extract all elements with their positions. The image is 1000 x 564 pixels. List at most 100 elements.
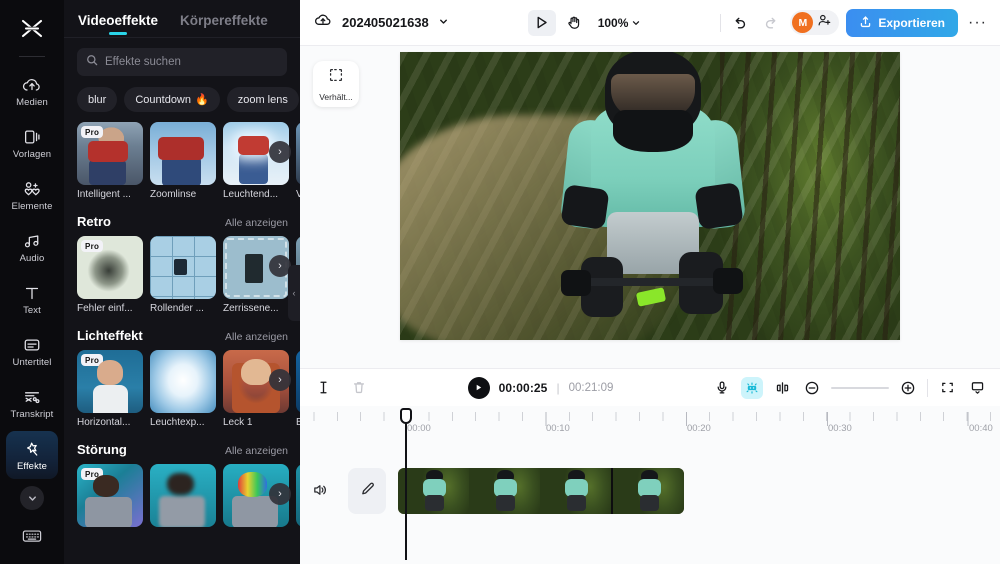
search-box[interactable] xyxy=(77,48,287,76)
sidebar-item-text[interactable]: Text xyxy=(6,275,58,323)
more-options-button[interactable]: ··· xyxy=(965,14,990,32)
project-name[interactable]: 202405021638 xyxy=(342,15,429,30)
sidebar-item-label: Transkript xyxy=(11,410,54,420)
effect-card[interactable]: Pro Horizontal... xyxy=(77,350,143,428)
aspect-ratio-label: Verhält... xyxy=(319,92,353,102)
chip-blur[interactable]: blur xyxy=(77,87,117,112)
effect-thumbnail: Pro xyxy=(77,122,143,185)
microphone-icon[interactable] xyxy=(711,377,733,399)
crop-frame-icon xyxy=(327,66,345,89)
sidebar-item-elemente[interactable]: Elemente xyxy=(6,171,58,219)
split-marker-icon[interactable] xyxy=(771,377,793,399)
sidebar-item-vorlagen[interactable]: Vorlagen xyxy=(6,119,58,167)
magic-wand-icon xyxy=(22,439,42,459)
sidebar-item-untertitel[interactable]: Untertitel xyxy=(6,327,58,375)
show-all-link[interactable]: Alle anzeigen xyxy=(225,445,288,457)
show-all-link[interactable]: Alle anzeigen xyxy=(225,331,288,343)
fit-to-screen-icon[interactable] xyxy=(936,377,958,399)
clip-edit-button[interactable] xyxy=(348,468,386,514)
chip-zoom-lens[interactable]: zoom lens xyxy=(227,87,299,112)
redo-icon[interactable] xyxy=(759,11,783,35)
video-clip[interactable] xyxy=(398,468,684,514)
pro-badge: Pro xyxy=(81,354,103,366)
sidebar-item-effekte[interactable]: Effekte xyxy=(6,431,58,479)
effects-section-stoerung: Störung Alle anzeigen Pro › xyxy=(64,428,300,527)
display-options-icon[interactable] xyxy=(966,377,988,399)
effects-section-featured: Pro Intelligent ... Zoomlinse Leuchtend.… xyxy=(64,112,300,200)
project-chevron-down-icon[interactable] xyxy=(438,14,449,32)
zoom-in-icon[interactable] xyxy=(897,377,919,399)
effect-card[interactable]: Pro Intelligent ... xyxy=(77,122,143,200)
time-separator: | xyxy=(556,381,559,395)
show-all-link[interactable]: Alle anzeigen xyxy=(225,217,288,229)
effects-section-retro: Retro Alle anzeigen Pro Fehler einf... R… xyxy=(64,200,300,314)
divider xyxy=(927,379,928,397)
pro-badge: Pro xyxy=(81,468,103,480)
effect-card[interactable]: Rollender ... xyxy=(150,236,216,314)
row-next-chevron-right-icon[interactable]: › xyxy=(269,369,291,391)
collaborators-pill[interactable]: M xyxy=(790,10,839,35)
rail-divider xyxy=(19,56,45,57)
timeline-body[interactable]: 00:00 00:10 00:20 00:30 00:40 xyxy=(300,406,1000,564)
effects-search-wrap xyxy=(64,38,300,76)
playback-controls: 00:00:25 | 00:21:09 xyxy=(380,377,701,399)
panel-collapse-handle[interactable]: ‹ xyxy=(288,265,300,321)
select-arrow-icon[interactable] xyxy=(528,10,556,36)
effect-thumbnail xyxy=(150,350,216,413)
play-button[interactable] xyxy=(468,377,490,399)
undo-icon[interactable] xyxy=(728,11,752,35)
ruler-label: 00:00 xyxy=(407,423,431,434)
music-note-icon xyxy=(22,231,42,251)
chip-label: blur xyxy=(88,94,106,106)
pro-badge: Pro xyxy=(81,240,103,252)
hand-icon[interactable] xyxy=(560,10,588,36)
keyboard-icon[interactable] xyxy=(21,527,43,550)
effect-card[interactable]: Zoomlinse xyxy=(150,122,216,200)
effect-card[interactable]: Pro xyxy=(77,464,143,527)
sidebar-item-transkript[interactable]: Transkript xyxy=(6,379,58,427)
subtitles-icon xyxy=(22,335,42,355)
export-button[interactable]: Exportieren xyxy=(846,9,958,37)
effect-card[interactable]: Leuchtexp... xyxy=(150,350,216,428)
chip-countdown[interactable]: Countdown🔥 xyxy=(124,87,219,112)
tab-koerpereffekte[interactable]: Körpereffekte xyxy=(180,13,268,37)
ai-magic-icon[interactable] xyxy=(741,377,763,399)
clip-thumbnail xyxy=(398,468,469,514)
effect-card[interactable]: Pro Fehler einf... xyxy=(77,236,143,314)
section-title: Retro xyxy=(77,214,111,229)
aspect-ratio-button[interactable]: Verhält... xyxy=(313,61,359,107)
sidebar-item-medien[interactable]: Medien xyxy=(6,67,58,115)
playhead[interactable] xyxy=(405,410,407,560)
tab-videoeffekte[interactable]: Videoeffekte xyxy=(78,13,158,37)
rail-collapse-chevron-down-icon[interactable] xyxy=(20,486,44,510)
search-input[interactable] xyxy=(105,56,278,68)
volume-icon[interactable] xyxy=(312,482,328,503)
add-person-icon[interactable] xyxy=(815,13,836,33)
avatar: M xyxy=(792,12,813,33)
sidebar-item-label: Untertitel xyxy=(12,358,51,368)
main-area: 202405021638 100% xyxy=(300,0,1000,564)
pro-badge: Pro xyxy=(81,126,103,138)
zoom-slider[interactable] xyxy=(831,387,889,389)
effects-row: Pro Horizontal... Leuchtexp... Leck 1 Ba… xyxy=(77,350,300,428)
trash-icon[interactable] xyxy=(348,377,370,399)
fire-icon: 🔥 xyxy=(195,93,209,106)
sidebar-item-label: Audio xyxy=(20,254,45,264)
split-clip-icon[interactable] xyxy=(312,377,334,399)
cloud-upload-icon xyxy=(22,75,42,95)
effect-name: Horizontal... xyxy=(77,417,143,428)
cloud-sync-icon[interactable] xyxy=(314,12,333,33)
effect-thumbnail: Pro xyxy=(77,350,143,413)
sidebar-item-audio[interactable]: Audio xyxy=(6,223,58,271)
divider xyxy=(720,14,721,32)
sidebar-item-label: Text xyxy=(23,306,41,316)
playhead-handle[interactable] xyxy=(400,408,412,424)
effect-name: Leck 1 xyxy=(223,417,289,428)
capcut-logo-icon[interactable] xyxy=(12,10,52,50)
row-next-chevron-right-icon[interactable]: › xyxy=(269,141,291,163)
effect-card[interactable] xyxy=(150,464,216,527)
zoom-level-selector[interactable]: 100% xyxy=(598,16,642,30)
video-preview-canvas[interactable] xyxy=(400,52,900,340)
zoom-out-icon[interactable] xyxy=(801,377,823,399)
row-next-chevron-right-icon[interactable]: › xyxy=(269,483,291,505)
